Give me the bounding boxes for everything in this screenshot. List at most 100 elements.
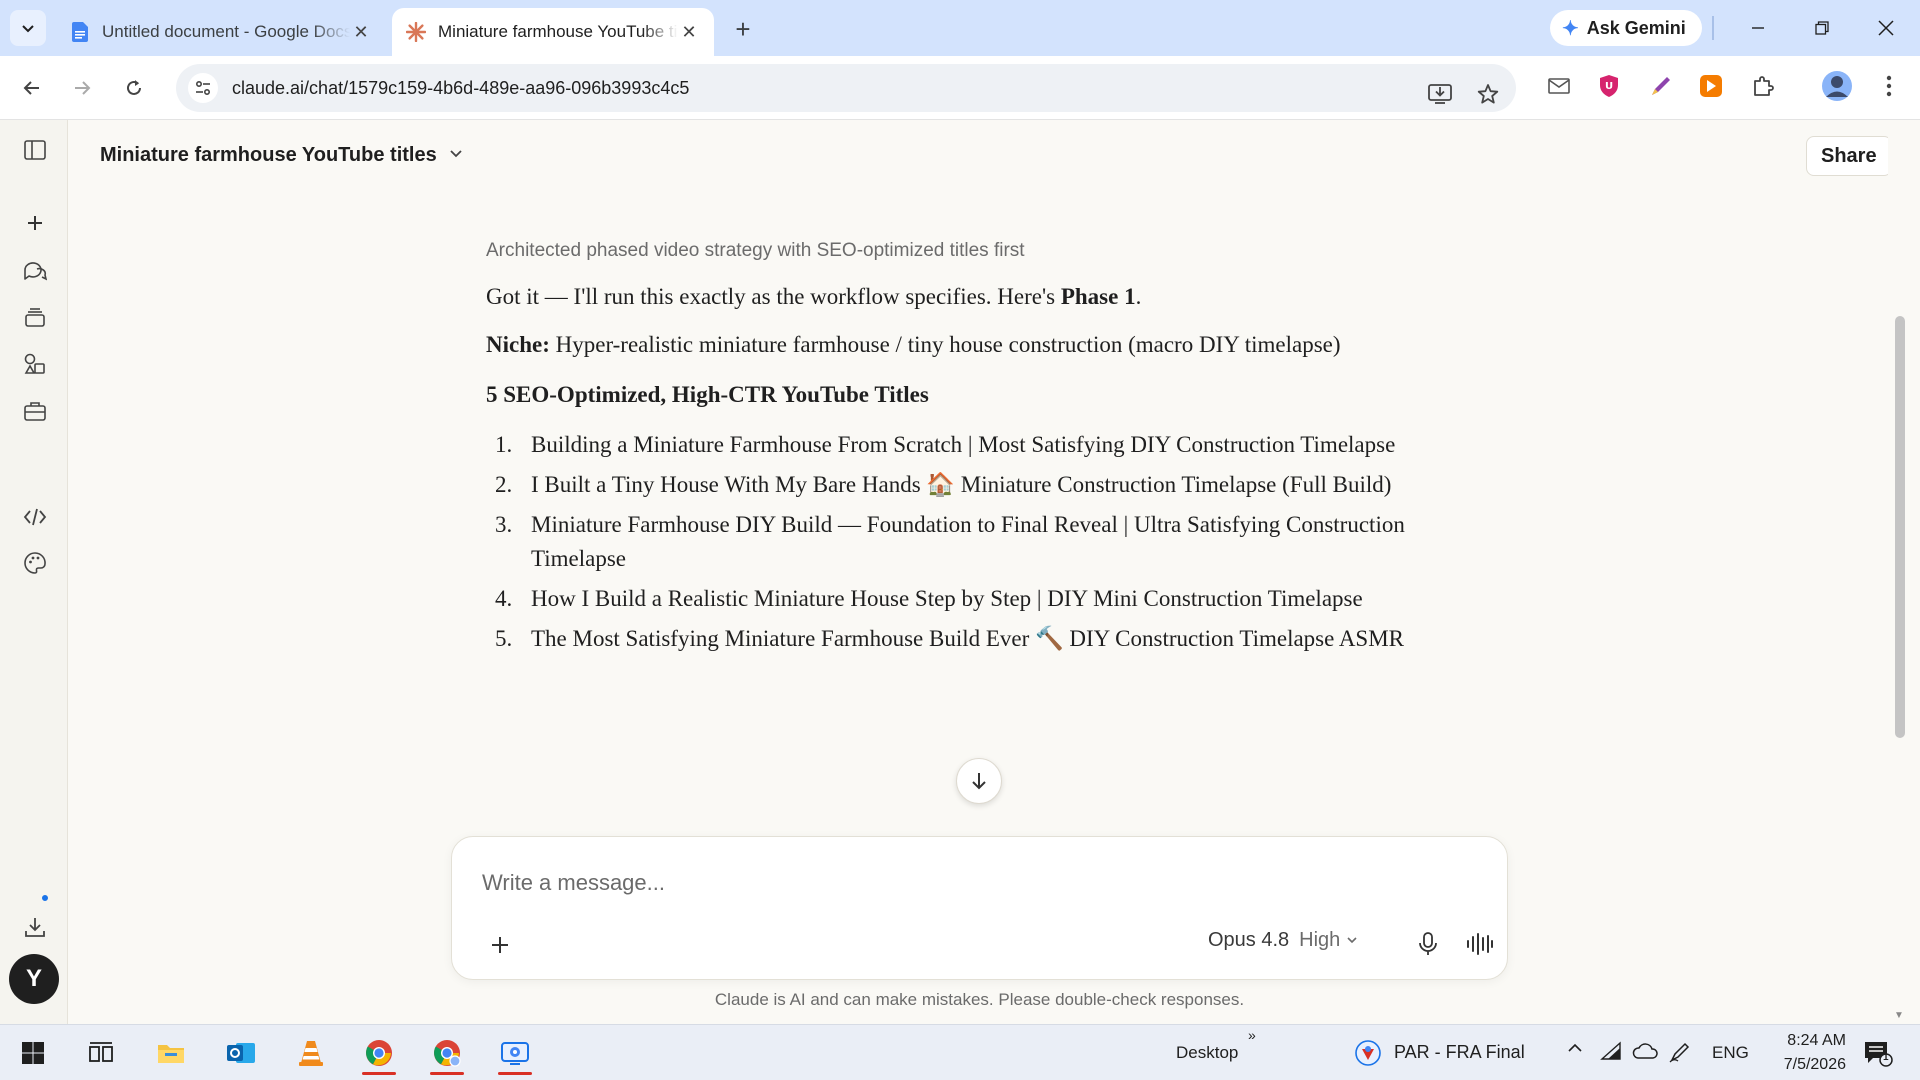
tab-claude-chat[interactable]: Miniature farmhouse YouTube titles ✕: [392, 8, 714, 56]
new-chat-button[interactable]: [16, 204, 54, 242]
briefcase-icon: [24, 402, 46, 421]
outlook-button[interactable]: [218, 1031, 264, 1075]
chat-title: Miniature farmhouse YouTube titles: [100, 143, 437, 166]
close-icon: [1878, 20, 1894, 36]
list-item: 3. Miniature Farmhouse DIY Build — Founda…: [486, 508, 1436, 576]
chrome-icon: [434, 1040, 461, 1067]
chat-title-button[interactable]: Miniature farmhouse YouTube titles: [100, 140, 463, 170]
artifacts-button[interactable]: [16, 345, 54, 383]
chevron-down-icon: [1346, 933, 1358, 949]
address-bar[interactable]: claude.ai/chat/1579c159-4b6d-489e-aa96-0…: [176, 64, 1516, 112]
screen-recorder-button[interactable]: [492, 1031, 538, 1075]
scroll-down-arrow-icon[interactable]: ▼: [1894, 1010, 1904, 1021]
chats-button[interactable]: [16, 252, 54, 290]
ask-gemini-button[interactable]: ✦ Ask Gemini: [1550, 10, 1702, 46]
code-button[interactable]: [16, 498, 54, 536]
share-button[interactable]: Share: [1806, 136, 1892, 176]
file-explorer-button[interactable]: [148, 1031, 194, 1075]
model-selector[interactable]: Opus 4.8 High: [1208, 929, 1358, 952]
stack-icon: [25, 308, 45, 327]
desktop-toolbar-label[interactable]: Desktop: [1176, 1043, 1238, 1063]
extensions-button[interactable]: [1748, 71, 1778, 101]
back-button[interactable]: [12, 68, 52, 108]
gemini-sparkle-icon: ✦: [1562, 17, 1579, 40]
start-button[interactable]: [10, 1031, 56, 1075]
puzzle-icon: [1754, 76, 1774, 96]
list-number: 5.: [495, 626, 513, 651]
news-widget-icon: [1355, 1040, 1381, 1066]
message-input[interactable]: [482, 867, 1382, 899]
tab-google-docs[interactable]: Untitled document - Google Docs ✕: [56, 8, 386, 56]
browser-menu-button[interactable]: [1874, 71, 1904, 101]
toolbar-overflow-icon[interactable]: »: [1248, 1027, 1256, 1043]
forward-button[interactable]: [62, 68, 102, 108]
extension-mail[interactable]: [1544, 71, 1574, 101]
chrome-profile-button[interactable]: [424, 1031, 470, 1075]
reload-button[interactable]: [114, 68, 154, 108]
outlook-icon: [227, 1043, 255, 1063]
design-button[interactable]: [16, 544, 54, 582]
close-tab-icon[interactable]: ✕: [350, 21, 372, 43]
vlc-button[interactable]: [288, 1031, 334, 1075]
downloads-button[interactable]: [16, 908, 54, 946]
notification-count: 1: [1883, 1052, 1889, 1063]
list-number: 1.: [495, 432, 513, 457]
sidebar-icon: [24, 140, 46, 160]
pen-menu-icon[interactable]: [1668, 1040, 1692, 1069]
wifi-icon[interactable]: [1600, 1041, 1622, 1066]
extension-pen[interactable]: [1646, 71, 1676, 101]
browser-tabstrip: Untitled document - Google Docs ✕ Miniat…: [0, 0, 1920, 56]
titles-list: 1. Building a Miniature Farmhouse From Sc…: [486, 428, 1436, 656]
system-clock[interactable]: 8:24 AM 7/5/2026: [1766, 1029, 1846, 1077]
message-composer: Opus 4.8 High: [451, 836, 1508, 980]
extension-orange[interactable]: [1696, 71, 1726, 101]
list-number: 3.: [495, 512, 513, 537]
thinking-summary[interactable]: Architected phased video strategy with S…: [486, 240, 1436, 272]
scrollbar-thumb[interactable]: [1895, 316, 1905, 738]
close-tab-icon[interactable]: ✕: [678, 21, 700, 43]
minimize-window-button[interactable]: [1738, 10, 1778, 46]
list-item-text: Miniature Farmhouse DIY Build — Foundati…: [531, 512, 1405, 571]
folder-icon: [158, 1045, 184, 1063]
notification-dot: [40, 893, 50, 903]
user-avatar[interactable]: Y: [9, 954, 59, 1004]
arrow-right-icon: [75, 81, 91, 95]
add-attachment-button[interactable]: [482, 927, 518, 963]
profile-button[interactable]: [1820, 69, 1854, 103]
code-icon: [23, 508, 47, 526]
input-language[interactable]: ENG: [1712, 1043, 1749, 1063]
chrome-button[interactable]: [356, 1031, 402, 1075]
tools-button[interactable]: [16, 392, 54, 430]
extension-shield[interactable]: U: [1594, 71, 1624, 101]
site-settings-icon[interactable]: [188, 73, 218, 103]
shapes-icon: [24, 353, 45, 374]
projects-button[interactable]: [16, 298, 54, 336]
chrome-icon: [366, 1040, 392, 1066]
news-widget-label[interactable]: PAR - FRA Final: [1394, 1042, 1525, 1063]
bookmark-button[interactable]: [1468, 74, 1508, 114]
chat-bubbles-icon: [24, 262, 47, 281]
restore-window-button[interactable]: [1802, 10, 1842, 46]
list-item-text: The Most Satisfying Miniature Farmhouse …: [531, 626, 1405, 651]
task-view-button[interactable]: [78, 1031, 124, 1075]
onedrive-cloud-icon[interactable]: [1632, 1042, 1658, 1065]
news-widget-icon[interactable]: [1348, 1031, 1388, 1075]
clock-time: 8:24 AM: [1787, 1032, 1846, 1049]
install-app-button[interactable]: [1420, 74, 1460, 114]
niche-label: Niche:: [486, 332, 550, 357]
svg-text:U: U: [1605, 81, 1613, 92]
close-window-button[interactable]: [1866, 10, 1906, 46]
browser-toolbar: claude.ai/chat/1579c159-4b6d-489e-aa96-0…: [0, 56, 1920, 120]
notifications-button[interactable]: 1: [1856, 1031, 1900, 1075]
dictation-button[interactable]: [1410, 926, 1446, 962]
tab-title: Untitled document - Google Docs: [102, 22, 350, 41]
toggle-sidebar-button[interactable]: [16, 131, 54, 169]
scrollbar[interactable]: ▼: [1888, 120, 1920, 1024]
show-hidden-icons-icon[interactable]: [1566, 1039, 1584, 1062]
arrow-left-icon: [23, 81, 39, 95]
scroll-to-bottom-button[interactable]: [956, 758, 1002, 804]
intro-end: .: [1135, 284, 1142, 309]
voice-mode-button[interactable]: [1462, 926, 1498, 962]
new-tab-button[interactable]: +: [728, 14, 758, 44]
tab-search-button[interactable]: [10, 10, 46, 46]
